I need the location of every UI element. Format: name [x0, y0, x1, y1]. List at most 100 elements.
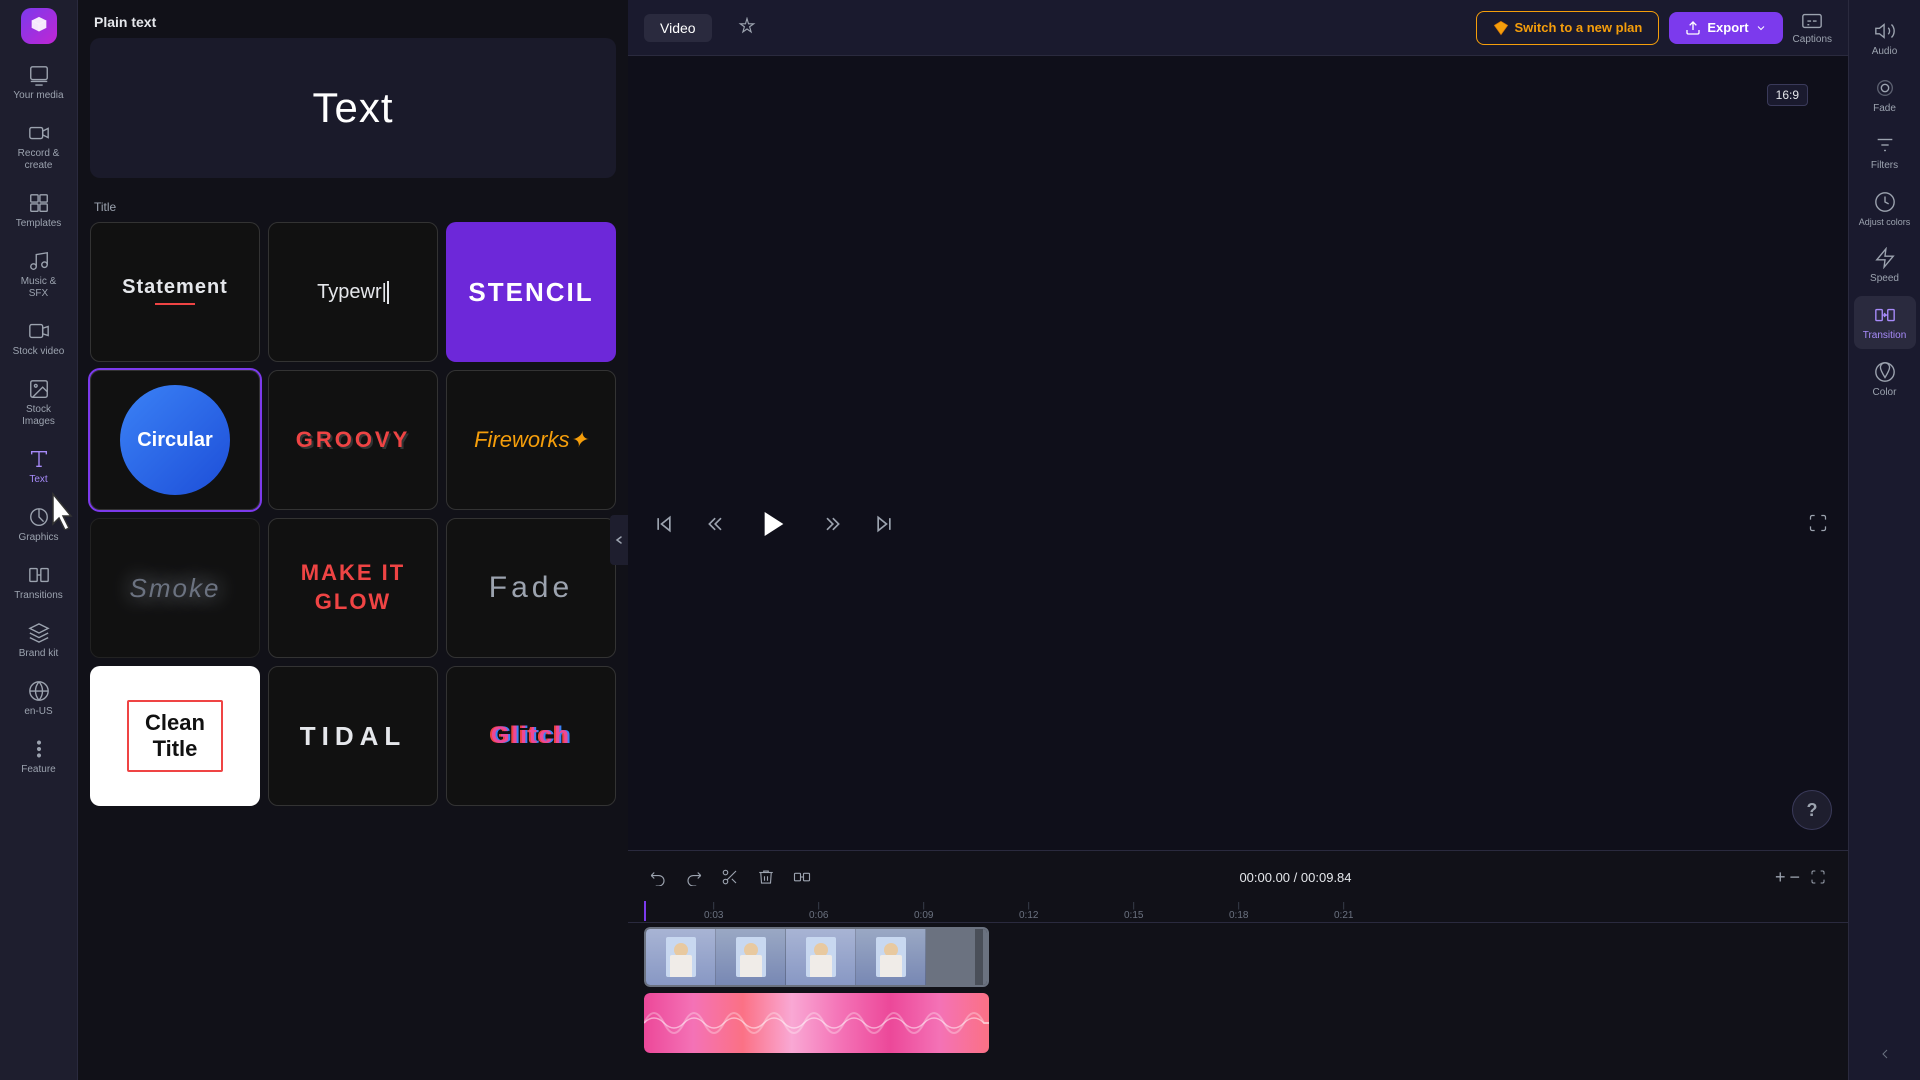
track-thumbnail-4 — [856, 929, 926, 985]
more-icon — [28, 738, 50, 760]
waveform-svg — [644, 993, 989, 1053]
skip-forward-button[interactable] — [868, 508, 900, 540]
clean-title-card[interactable]: Clean Title — [90, 666, 260, 806]
undo-button[interactable] — [644, 863, 672, 891]
right-tool-label: Transition — [1863, 330, 1907, 341]
topbar: Video Switch to a new plan Export Captio… — [628, 0, 1848, 56]
sidebar-item-templates[interactable]: Templates — [5, 184, 73, 238]
audio-track[interactable] — [644, 993, 1832, 1053]
fireworks-card[interactable]: Fireworks✦ — [446, 370, 616, 510]
transitions-icon — [28, 564, 50, 586]
sidebar-item-your-media[interactable]: Your media — [5, 56, 73, 110]
aspect-ratio-badge: 16:9 — [1767, 84, 1808, 106]
fade-icon — [1874, 77, 1896, 99]
right-tool-speed[interactable]: Speed — [1854, 239, 1916, 292]
right-tool-label: Filters — [1871, 160, 1898, 171]
right-tool-audio[interactable]: Audio — [1854, 12, 1916, 65]
app-logo — [21, 8, 57, 44]
groovy-card[interactable]: GROOVY — [268, 370, 438, 510]
speed-icon — [1874, 247, 1896, 269]
right-tool-color[interactable]: Color — [1854, 353, 1916, 406]
magic-icon — [738, 17, 756, 35]
cut-button[interactable] — [716, 863, 744, 891]
sidebar-item-label: Transitions — [14, 590, 63, 602]
fit-icon — [1810, 869, 1826, 885]
video-track[interactable] — [644, 927, 1832, 987]
smoke-card[interactable]: Smoke — [90, 518, 260, 658]
right-tool-label: Audio — [1872, 46, 1898, 57]
rewind-button[interactable] — [700, 508, 732, 540]
right-tool-fade[interactable]: Fade — [1854, 69, 1916, 122]
total-time: 00:09.84 — [1301, 870, 1352, 885]
delete-button[interactable] — [752, 863, 780, 891]
timeline-toolbar: 00:00.00 / 00:09.84 + − — [628, 859, 1848, 899]
current-time: 00:00.00 — [1239, 870, 1290, 885]
glitch-card[interactable]: Glitch — [446, 666, 616, 806]
right-tool-adjust[interactable]: Adjust colors — [1854, 183, 1916, 235]
sidebar-item-label: Your media — [13, 90, 63, 102]
adjust-icon — [1874, 191, 1896, 213]
tidal-card[interactable]: TIDAL — [268, 666, 438, 806]
captions-icon — [1801, 10, 1823, 32]
fade-card[interactable]: Fade — [446, 518, 616, 658]
sidebar-item-music[interactable]: Music & SFX — [5, 242, 73, 308]
record-icon — [28, 122, 50, 144]
sidebar-item-label: en-US — [24, 706, 52, 718]
forward-button[interactable] — [816, 508, 848, 540]
captions-button[interactable]: Captions — [1793, 10, 1832, 45]
fullscreen-button[interactable] — [1808, 513, 1828, 536]
panel-collapse-button[interactable] — [610, 515, 628, 565]
track-thumbnail-1 — [646, 929, 716, 985]
ruler-mark-015: 0:15 — [1124, 901, 1143, 921]
tab-auto-title[interactable] — [722, 11, 772, 44]
sidebar-item-feature[interactable]: Feature — [5, 730, 73, 784]
right-tool-filters[interactable]: Filters — [1854, 126, 1916, 179]
sidebar-item-label: Stock Images — [11, 404, 67, 428]
help-button[interactable]: ? — [1792, 790, 1832, 830]
topbar-left: Video — [644, 11, 1464, 44]
circular-card[interactable]: Circular — [90, 370, 260, 510]
color-icon — [1874, 361, 1896, 383]
sidebar-item-stock-images[interactable]: Stock Images — [5, 370, 73, 436]
panel-header: Plain text — [78, 0, 628, 38]
skip-back-button[interactable] — [648, 508, 680, 540]
fit-timeline-button[interactable] — [1804, 863, 1832, 891]
right-sidebar-collapse[interactable] — [1871, 1040, 1899, 1068]
sidebar-item-brand[interactable]: Brand kit — [5, 614, 73, 668]
sidebar-item-record-create[interactable]: Record &create — [5, 114, 73, 180]
statement-card[interactable]: Statement — [90, 222, 260, 362]
filters-icon — [1874, 134, 1896, 156]
zoom-in-button[interactable]: + — [1775, 867, 1786, 888]
make-it-glow-card[interactable]: MAKE IT GLOW — [268, 518, 438, 658]
stencil-card[interactable]: Stencil — [446, 222, 616, 362]
switch-plan-button[interactable]: Switch to a new plan — [1476, 11, 1660, 45]
lang-icon — [28, 680, 50, 702]
tab-video[interactable]: Video — [644, 14, 712, 42]
redo-button[interactable] — [680, 863, 708, 891]
split-icon — [793, 868, 811, 886]
right-sidebar: Audio Fade Filters Adjust colors Speed T… — [1848, 0, 1920, 1080]
right-tool-transition[interactable]: Transition — [1854, 296, 1916, 349]
skip-back-icon — [654, 514, 674, 534]
play-button[interactable] — [752, 502, 796, 546]
zoom-out-button[interactable]: − — [1789, 867, 1800, 888]
sidebar-item-text[interactable]: Text — [5, 440, 73, 494]
plain-text-card[interactable]: Text — [90, 38, 616, 178]
sidebar-item-label: Brand kit — [19, 648, 58, 660]
timeline-ruler: 0:03 0:06 0:09 0:12 0:15 0:18 0:21 — [628, 899, 1848, 923]
typewr-card[interactable]: Typewr| — [268, 222, 438, 362]
sidebar-item-label: Record &create — [18, 148, 60, 172]
split-button[interactable] — [788, 863, 816, 891]
sidebar-item-stock-video[interactable]: Stock video — [5, 312, 73, 366]
video-controls — [648, 492, 1828, 556]
ruler-mark-012: 0:12 — [1019, 901, 1038, 921]
sidebar-item-transitions[interactable]: Transitions — [5, 556, 73, 610]
scissors-icon — [721, 868, 739, 886]
templates-icon — [28, 192, 50, 214]
sidebar-item-lang[interactable]: en-US — [5, 672, 73, 726]
captions-label: Captions — [1793, 34, 1832, 45]
export-button[interactable]: Export — [1669, 12, 1782, 44]
chevron-left-icon — [614, 535, 624, 545]
ruler-mark-018: 0:18 — [1229, 901, 1248, 921]
sidebar-item-graphics[interactable]: Graphics — [5, 498, 73, 552]
